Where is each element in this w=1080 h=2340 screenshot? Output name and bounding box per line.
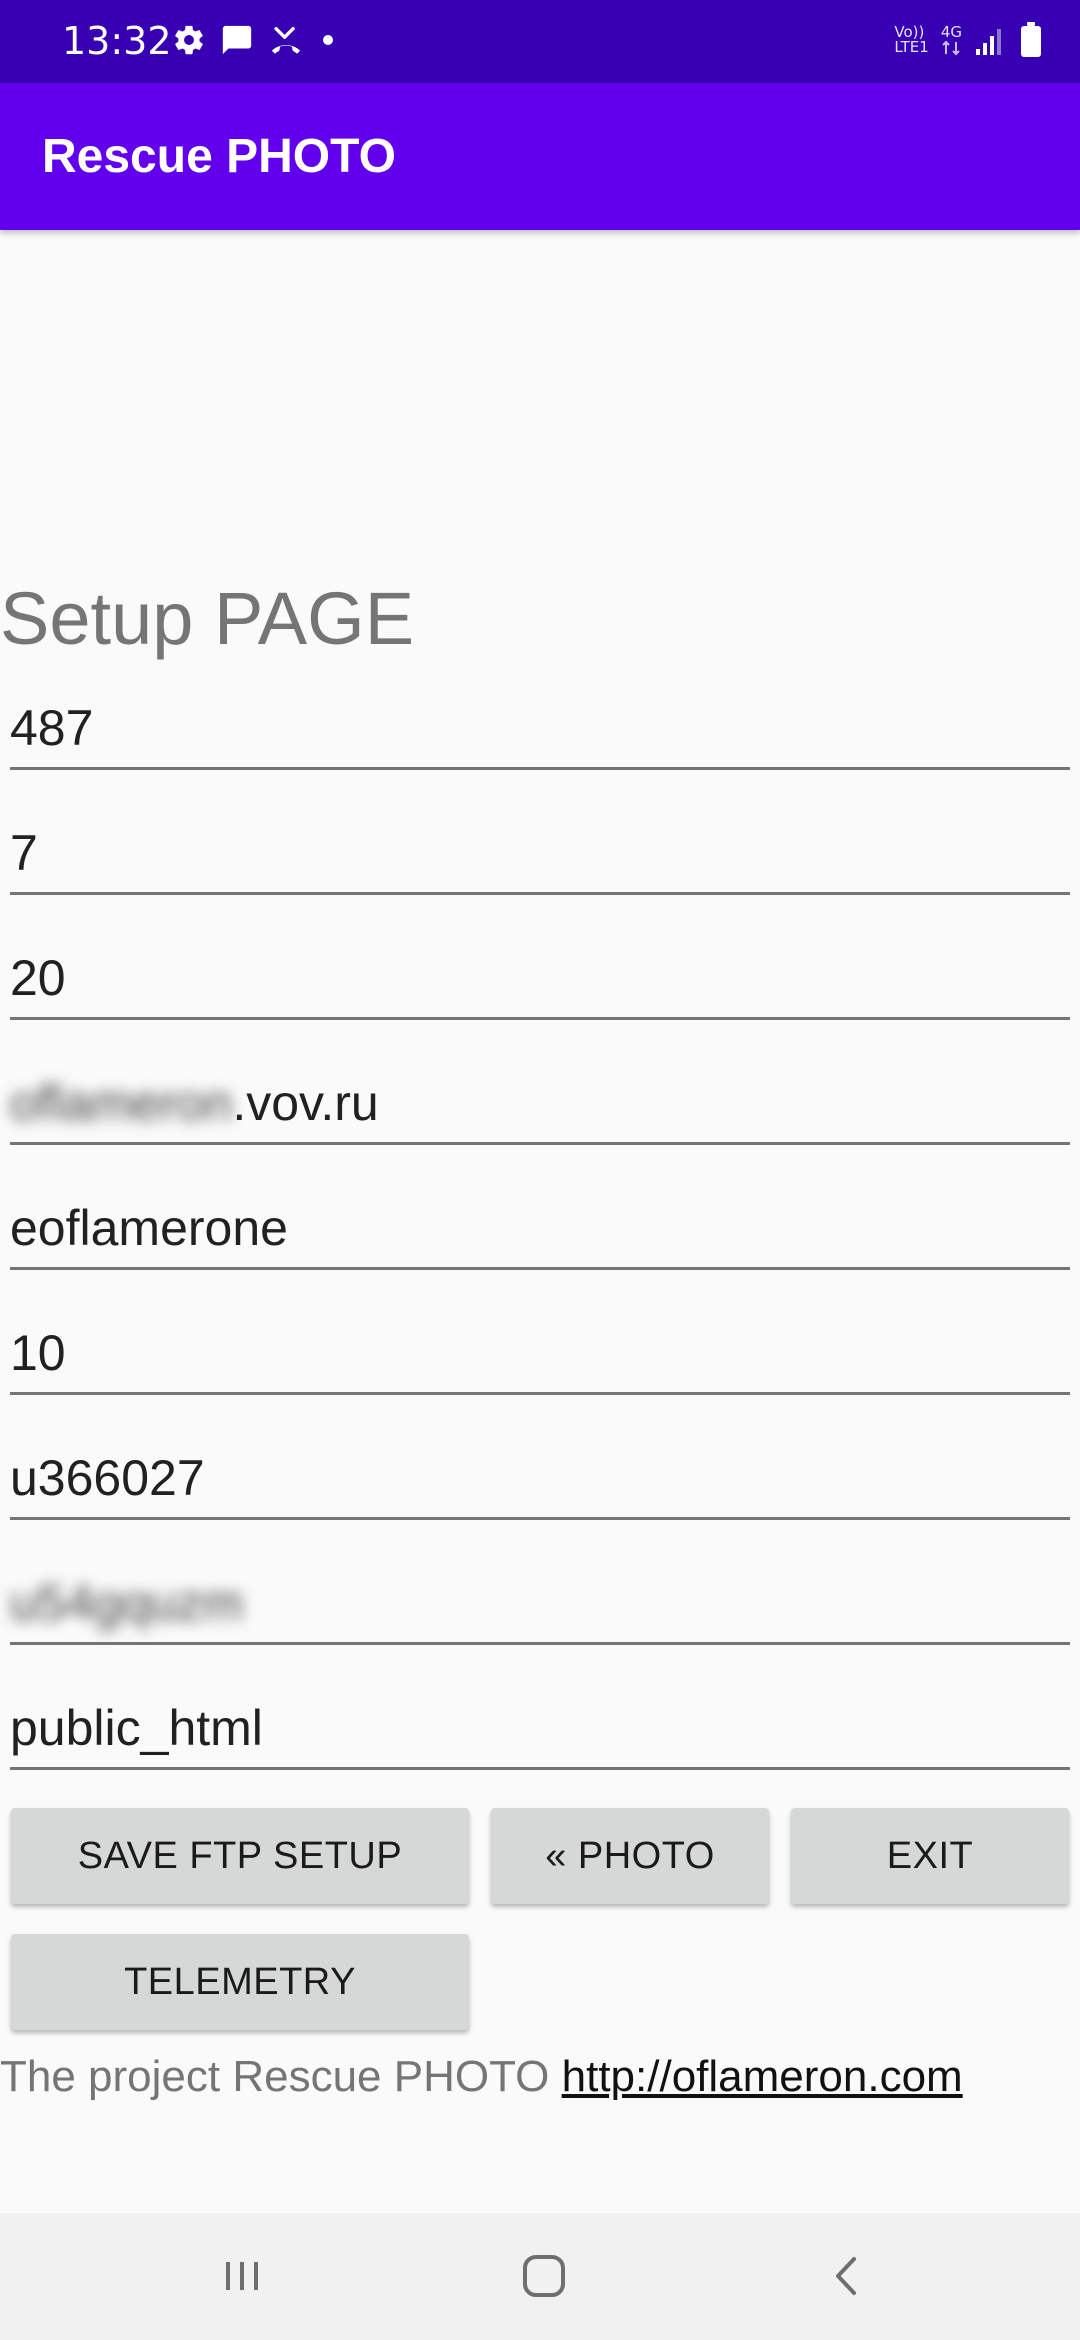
dot-icon [318, 23, 338, 57]
ftp-password-value: u54gquzm [10, 1575, 244, 1631]
ftp-directory-field[interactable] [10, 1688, 1070, 1770]
network-label: 4G [940, 22, 962, 41]
setup-field-2[interactable] [10, 813, 1070, 895]
status-bar: 13:32 Vo)) LTE1 4G [0, 0, 1080, 83]
app-bar: Rescue PHOTO [0, 83, 1080, 230]
app-title: Rescue PHOTO [42, 130, 396, 183]
status-system-icons: Vo)) LTE1 4G [894, 18, 1042, 62]
ftp-host-suffix: .vov.ru [232, 1075, 379, 1131]
ftp-host-blurred-prefix: oflameron [10, 1075, 233, 1131]
telemetry-button[interactable]: TELEMETRY [11, 1934, 469, 2030]
home-button[interactable] [504, 2241, 584, 2311]
footer-caption: The project Rescue PHOTO [0, 2052, 562, 2101]
back-icon [836, 2257, 856, 2295]
recents-button[interactable] [202, 2241, 282, 2311]
lte-label: LTE1 [894, 38, 929, 56]
page-title: Setup PAGE [0, 577, 415, 660]
footer-text: The project Rescue PHOTO http://oflamero… [0, 2047, 963, 2107]
signal-icon [974, 23, 1008, 57]
home-icon [523, 2255, 565, 2297]
network-4g-icon: 4G [940, 22, 962, 56]
save-ftp-setup-button[interactable]: SAVE FTP SETUP [11, 1808, 469, 1904]
missed-call-icon [268, 23, 304, 57]
navigation-bar [0, 2213, 1080, 2340]
ftp-host-field[interactable]: oflameron.vov.ru [10, 1063, 1070, 1145]
exit-button[interactable]: EXIT [791, 1808, 1069, 1904]
setup-field-5[interactable] [10, 1188, 1070, 1270]
ftp-password-field[interactable]: u54gquzm [10, 1563, 1070, 1645]
volte-icon: Vo)) LTE1 [894, 25, 928, 55]
recents-icon [226, 2262, 258, 2290]
battery-icon [1020, 22, 1042, 58]
gear-icon [172, 23, 206, 57]
ftp-user-field[interactable] [10, 1438, 1070, 1520]
ftp-host-value: oflameron.vov.ru [10, 1071, 379, 1135]
footer-link[interactable]: http://oflameron.com [562, 2052, 963, 2101]
setup-field-1[interactable] [10, 688, 1070, 770]
setup-field-3[interactable] [10, 938, 1070, 1020]
status-time: 13:32 [62, 19, 172, 63]
status-notification-icons [172, 18, 338, 62]
back-button[interactable] [807, 2241, 887, 2311]
setup-field-6[interactable] [10, 1313, 1070, 1395]
photo-button[interactable]: « PHOTO [491, 1808, 769, 1904]
message-icon [220, 23, 254, 57]
